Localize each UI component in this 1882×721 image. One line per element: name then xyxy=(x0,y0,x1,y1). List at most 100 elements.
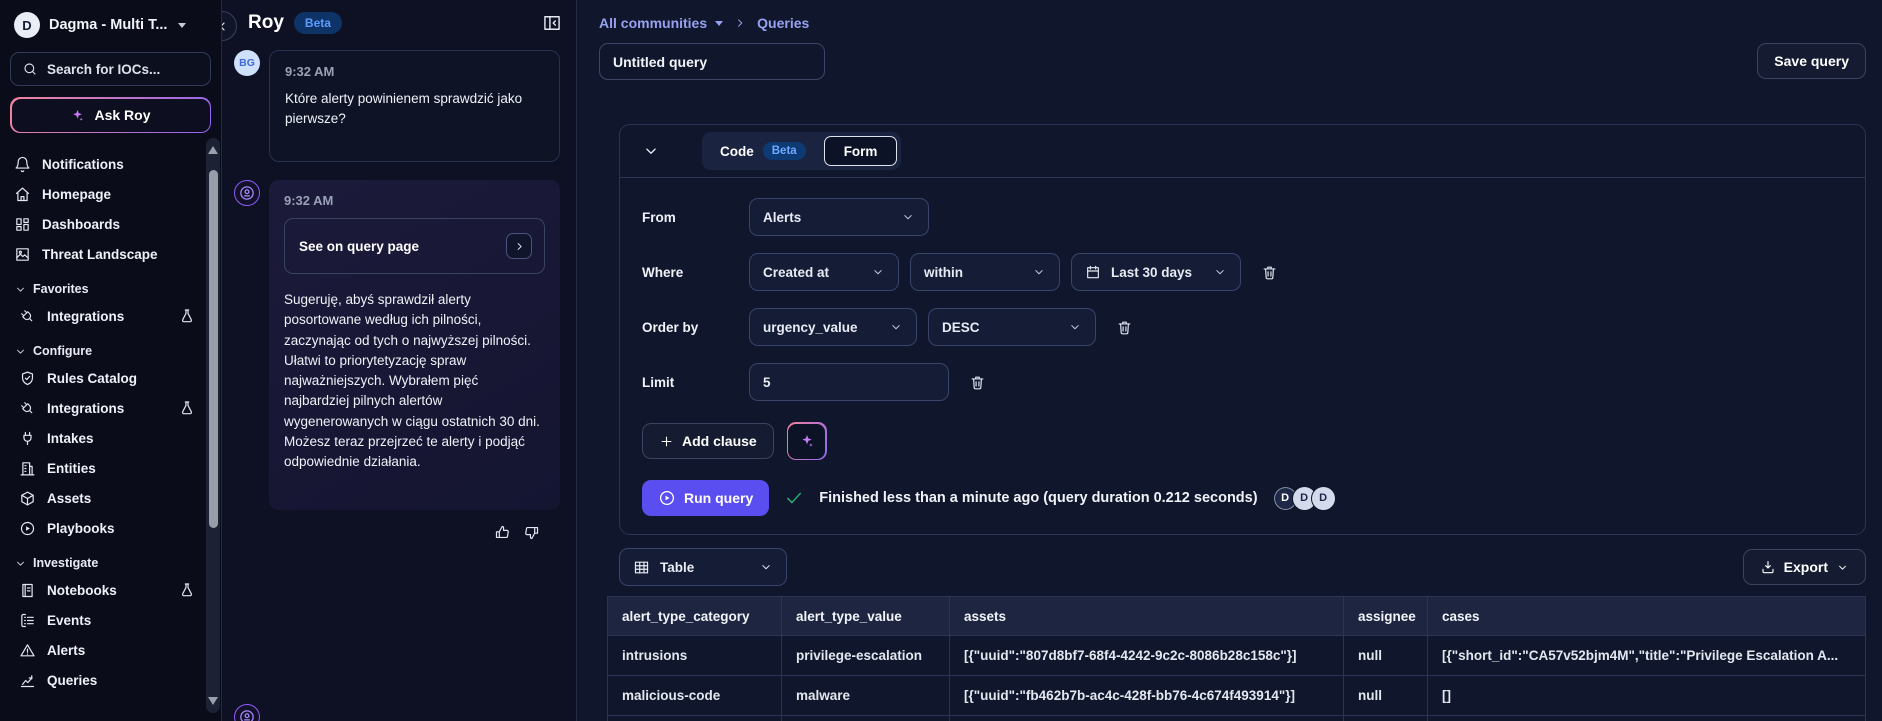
flask-icon xyxy=(179,308,195,324)
column-header-assets[interactable]: assets xyxy=(950,597,1344,636)
chat-message-user: BG 9:32 AM Które alerty powinienem spraw… xyxy=(234,50,560,162)
results-table-wrap: alert_type_categoryalert_type_valueasset… xyxy=(607,596,1866,721)
sidebar-item-label: Notifications xyxy=(42,157,124,172)
sidebar-item-integrations[interactable]: Integrations xyxy=(19,393,195,423)
user-avatar: BG xyxy=(234,50,260,76)
table-row[interactable]: intrusionsprivilege-escalation[{"uuid":"… xyxy=(608,636,1866,676)
plug-diagonal-icon xyxy=(15,396,39,420)
chevron-down-icon xyxy=(1836,561,1849,574)
sidebar-item-label: Alerts xyxy=(47,643,85,658)
created-at-select[interactable]: Created at xyxy=(749,253,899,291)
last-30-days-select[interactable]: Last 30 days xyxy=(1071,253,1241,291)
sidebar-item-dashboards[interactable]: Dashboards xyxy=(14,209,195,239)
caret-down-icon xyxy=(178,23,186,28)
sidebar-item-playbooks[interactable]: Playbooks xyxy=(19,513,195,543)
delete-clause-button[interactable] xyxy=(965,370,990,395)
breadcrumb-queries[interactable]: Queries xyxy=(757,15,809,31)
panel-collapse-button[interactable] xyxy=(542,13,562,33)
sidebar-section-favorites[interactable]: Favorites xyxy=(14,282,195,296)
dashboard-icon xyxy=(14,216,31,233)
sidebar-item-label: Dashboards xyxy=(42,217,120,232)
chevron-down-icon xyxy=(642,142,660,160)
chevron-right-icon xyxy=(733,16,747,30)
sidebar-item-homepage[interactable]: Homepage xyxy=(14,179,195,209)
desc-select[interactable]: DESC xyxy=(928,308,1096,346)
results-table: alert_type_categoryalert_type_valueasset… xyxy=(607,596,1866,721)
sidebar-item-events[interactable]: Events xyxy=(19,605,195,635)
thumbs-up-button[interactable] xyxy=(494,524,511,541)
column-header-alert-type-category[interactable]: alert_type_category xyxy=(608,597,782,636)
sidebar-item-threat-landscape[interactable]: Threat Landscape xyxy=(14,239,195,269)
sidebar-item-rules-catalog[interactable]: Rules Catalog xyxy=(19,363,195,393)
clause-row-where: WhereCreated atwithinLast 30 days xyxy=(642,253,1843,291)
thumbs-down-button[interactable] xyxy=(523,524,540,541)
thumbs-up-icon xyxy=(523,524,540,541)
sidebar-item-alerts[interactable]: Alerts xyxy=(19,635,195,665)
sidebar-item-notebooks[interactable]: Notebooks xyxy=(19,575,195,605)
tab-form[interactable]: Form xyxy=(824,136,898,166)
run-query-button[interactable]: Run query xyxy=(642,480,769,516)
flask-icon xyxy=(179,582,195,598)
sidebar-item-entities[interactable]: Entities xyxy=(19,453,195,483)
message-time: 9:32 AM xyxy=(284,193,545,208)
see-on-query-page-button[interactable]: See on query page xyxy=(284,218,545,274)
breadcrumb-all-communities[interactable]: All communities xyxy=(599,15,723,31)
event-list-icon xyxy=(19,612,36,629)
ask-roy-button[interactable]: Ask Roy xyxy=(10,97,211,133)
view-type-select[interactable]: Table xyxy=(619,548,787,586)
query-name-input[interactable] xyxy=(599,43,825,80)
delete-clause-button[interactable] xyxy=(1257,260,1282,285)
plus-icon xyxy=(659,434,674,449)
panel-collapse-icon xyxy=(542,13,562,33)
message-text: Sugeruję, abyś sprawdził alerty posortow… xyxy=(284,290,545,472)
ask-roy-label: Ask Roy xyxy=(94,107,150,123)
scrollbar-thumb[interactable] xyxy=(209,170,218,528)
ai-suggest-button[interactable] xyxy=(787,422,827,460)
add-clause-button[interactable]: Add clause xyxy=(642,423,774,459)
table-header-row: alert_type_categoryalert_type_valueasset… xyxy=(608,597,1866,636)
search-input[interactable]: Search for IOCs... xyxy=(10,52,211,86)
clause-label: Order by xyxy=(642,320,749,335)
flask-icon xyxy=(179,400,195,416)
plug-diagonal-icon xyxy=(15,304,39,328)
delete-clause-button[interactable] xyxy=(1112,315,1137,340)
query-builder-panel: CodeBetaForm FromAlertsWhereCreated atwi… xyxy=(619,124,1866,535)
table-cell: intrusions xyxy=(608,636,782,676)
caret-down-icon xyxy=(715,21,723,26)
chevron-down-icon xyxy=(901,210,915,224)
chevron-right-icon[interactable] xyxy=(506,233,532,259)
sidebar-section-investigate[interactable]: Investigate xyxy=(14,556,195,570)
table-row[interactable]: information-gatheringscanner[{"uuid":"80… xyxy=(608,716,1866,721)
sidebar-item-notifications[interactable]: Notifications xyxy=(14,149,195,179)
within-select[interactable]: within xyxy=(910,253,1060,291)
sidebar-item-intakes[interactable]: Intakes xyxy=(19,423,195,453)
scroll-down-arrow-icon[interactable] xyxy=(208,697,218,705)
sidebar-item-label: Events xyxy=(47,613,91,628)
tab-code[interactable]: CodeBeta xyxy=(706,136,820,166)
table-row[interactable]: malicious-codemalware[{"uuid":"fb462b7b-… xyxy=(608,676,1866,716)
sidebar-scrollbar[interactable] xyxy=(206,138,220,713)
check-icon xyxy=(784,488,804,508)
app-sidebar: D Dagma - Multi T... Search for IOCs... … xyxy=(0,0,222,721)
sidebar-item-queries[interactable]: Queries xyxy=(19,665,195,695)
scroll-up-arrow-icon[interactable] xyxy=(208,146,218,154)
column-header-assignee[interactable]: assignee xyxy=(1344,597,1428,636)
urgency-value-select[interactable]: urgency_value xyxy=(749,308,917,346)
limit-input[interactable]: 5 xyxy=(749,363,949,401)
export-button[interactable]: Export xyxy=(1743,549,1866,585)
table-cell: null xyxy=(1344,676,1428,716)
org-switcher[interactable]: D Dagma - Multi T... xyxy=(0,0,221,48)
breadcrumb: All communities Queries xyxy=(599,15,1866,31)
table-cell: [{"uuid":"fb462b7b-ac4c-428f-bb76-4c674f… xyxy=(950,676,1344,716)
save-query-button[interactable]: Save query xyxy=(1757,43,1866,79)
column-header-alert-type-value[interactable]: alert_type_value xyxy=(782,597,950,636)
sidebar-item-integrations[interactable]: Integrations xyxy=(19,301,195,331)
clause-row-limit: Limit5 xyxy=(642,363,1843,401)
column-header-cases[interactable]: cases xyxy=(1428,597,1866,636)
sidebar-section-configure[interactable]: Configure xyxy=(14,344,195,358)
alerts-select[interactable]: Alerts xyxy=(749,198,929,236)
table-grid-icon xyxy=(633,559,650,576)
query-status-text: Finished less than a minute ago (query d… xyxy=(819,490,1257,506)
sidebar-item-label: Threat Landscape xyxy=(42,247,158,262)
sidebar-item-assets[interactable]: Assets xyxy=(19,483,195,513)
